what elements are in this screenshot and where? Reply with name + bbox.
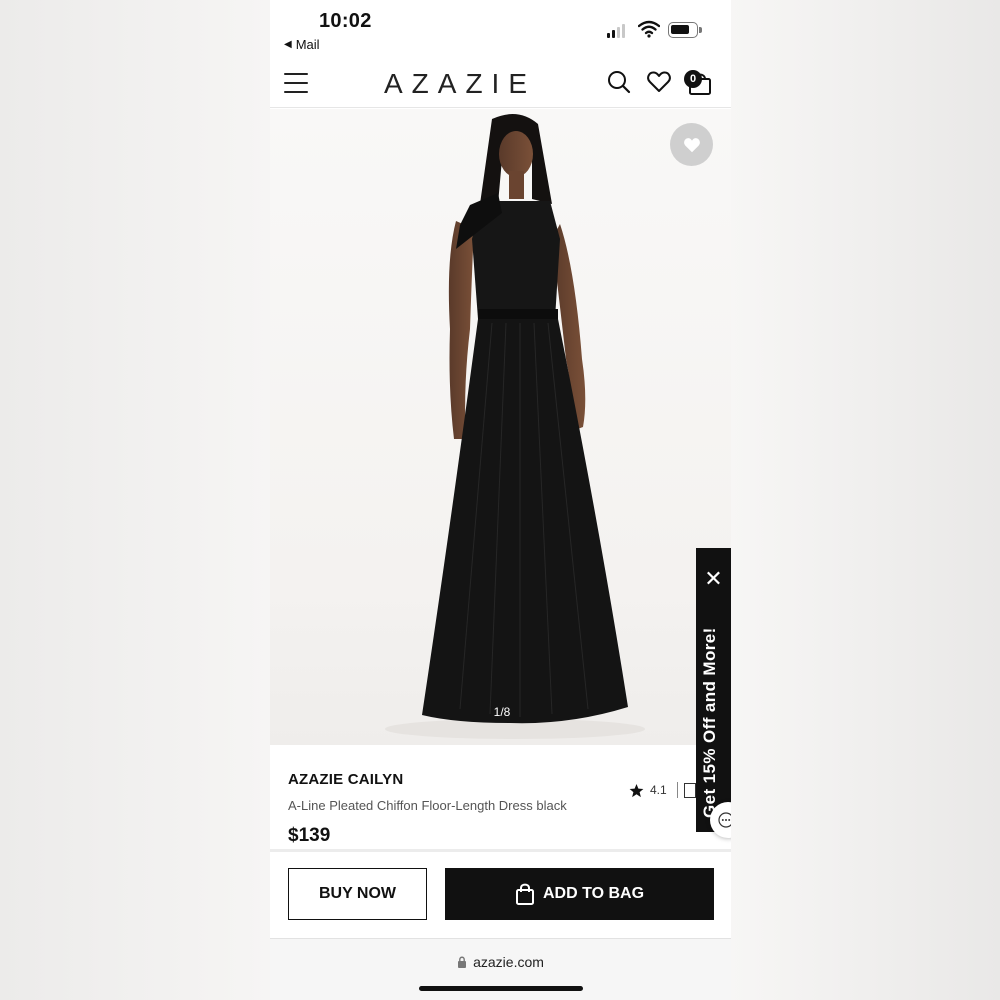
back-mail-label: Mail bbox=[295, 37, 320, 52]
product-rating[interactable]: 4.1 bbox=[625, 778, 701, 802]
image-counter: 1/8 bbox=[493, 705, 511, 719]
section-divider bbox=[270, 849, 731, 852]
product-name: AZAZIE CAILYN bbox=[288, 771, 404, 788]
add-to-bag-label: ADD TO BAG bbox=[542, 885, 645, 902]
cellular-signal-icon bbox=[607, 24, 625, 38]
lock-icon bbox=[458, 956, 467, 968]
compare-icon bbox=[683, 782, 696, 798]
wifi-icon bbox=[638, 20, 660, 38]
product-info: AZAZIE CAILYN A-Line Pleated Chiffon Flo… bbox=[270, 745, 731, 851]
site-header: AZAZIE 0 bbox=[270, 60, 731, 108]
promo-side-tab[interactable]: ✕ Get 15% Off and More! bbox=[696, 548, 731, 832]
close-icon[interactable]: ✕ bbox=[696, 568, 731, 590]
heart-icon bbox=[683, 137, 700, 152]
wishlist-heart-icon[interactable] bbox=[647, 71, 671, 93]
url-text: azazie.com bbox=[473, 954, 544, 970]
product-description: A-Line Pleated Chiffon Floor-Length Dres… bbox=[288, 798, 567, 813]
rating-value: 4.1 bbox=[650, 783, 667, 797]
azazie-logo[interactable]: AZAZIE bbox=[370, 68, 550, 100]
back-arrow-icon: ◀ bbox=[284, 39, 292, 50]
rating-divider bbox=[676, 782, 678, 798]
buy-now-button[interactable]: BUY NOW bbox=[288, 868, 427, 920]
bag-count-badge: 0 bbox=[684, 70, 702, 88]
favorite-button[interactable] bbox=[670, 123, 713, 166]
back-to-mail-link[interactable]: ◀ Mail bbox=[284, 37, 320, 52]
phone-screen: 10:02 ◀ Mail AZAZIE 0 1/8 AZAZIE CAILYN … bbox=[270, 0, 731, 1000]
home-indicator bbox=[419, 986, 583, 991]
promo-text: Get 15% Off and More! bbox=[700, 627, 719, 818]
menu-icon[interactable] bbox=[284, 73, 308, 93]
product-photo-dress-model bbox=[385, 114, 645, 739]
add-to-bag-button[interactable]: ADD TO BAG bbox=[445, 868, 714, 920]
chat-icon bbox=[718, 812, 731, 828]
background-right bbox=[730, 0, 1000, 1000]
battery-icon bbox=[668, 22, 702, 38]
browser-address-bar[interactable]: azazie.com bbox=[270, 938, 731, 1000]
background-left bbox=[0, 0, 270, 1000]
search-icon[interactable] bbox=[607, 70, 631, 94]
bag-icon bbox=[515, 883, 534, 905]
status-bar: 10:02 ◀ Mail bbox=[270, 0, 731, 60]
product-price: $139 bbox=[288, 825, 331, 846]
status-time: 10:02 bbox=[319, 10, 372, 32]
star-icon bbox=[629, 783, 644, 797]
product-image-carousel[interactable]: 1/8 bbox=[270, 109, 731, 745]
